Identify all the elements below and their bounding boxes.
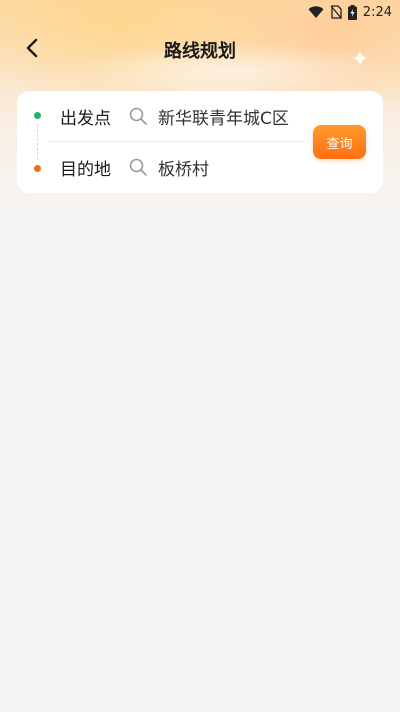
origin-label: 出发点	[60, 108, 111, 129]
search-icon	[128, 157, 148, 177]
route-card: 出发点 新华联青年城C区 目的地 板桥村 查询	[17, 91, 383, 193]
search-icon	[128, 106, 148, 126]
destination-label: 目的地	[60, 159, 111, 180]
destination-row[interactable]: 目的地 板桥村	[17, 142, 307, 192]
destination-input[interactable]: 板桥村	[158, 155, 209, 180]
page-title: 路线规划	[164, 41, 236, 62]
status-bar: 2:24	[0, 0, 400, 24]
status-time: 2:24	[362, 4, 392, 20]
origin-input[interactable]: 新华联青年城C区	[158, 104, 289, 129]
no-sim-icon	[330, 5, 342, 19]
chevron-left-icon	[25, 38, 39, 62]
wifi-icon	[308, 5, 324, 19]
origin-row[interactable]: 出发点 新华联青年城C区	[17, 91, 307, 141]
battery-charging-icon	[347, 4, 357, 20]
nav-bar: 路线规划	[0, 30, 400, 70]
back-button[interactable]	[20, 38, 44, 62]
query-button[interactable]: 查询	[313, 125, 366, 159]
sparkle-icon	[352, 50, 368, 66]
